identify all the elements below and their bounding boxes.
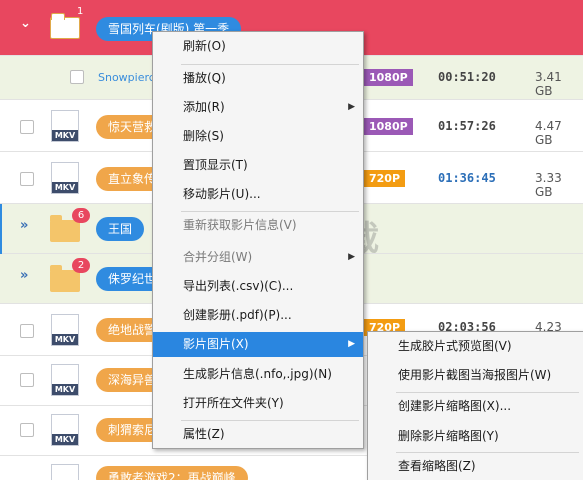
duration: 00:51:20 <box>438 70 496 84</box>
menu-separator <box>181 64 359 65</box>
row-checkbox[interactable] <box>20 373 34 387</box>
submenu-item-view-thumbnail[interactable]: 查看缩略图(Z) <box>368 454 583 479</box>
mkv-file-icon: MKV <box>51 110 79 142</box>
folder-count-badge: 6 <box>72 208 90 223</box>
row-checkbox[interactable] <box>20 423 34 437</box>
menu-item-create-pdf[interactable]: 创建影册(.pdf)(P)... <box>153 303 363 328</box>
expand-chevron-icon[interactable]: » <box>20 218 28 233</box>
row-checkbox[interactable] <box>20 324 34 338</box>
mkv-file-icon: MKV <box>51 364 79 396</box>
mkv-file-icon: MKV <box>51 414 79 446</box>
menu-separator <box>181 211 359 212</box>
collapse-chevron-icon[interactable]: ⌄ <box>20 16 31 31</box>
menu-item-merge-group[interactable]: 合并分组(W) ▶ <box>153 245 363 270</box>
mkv-file-icon: MKV <box>51 162 79 194</box>
submenu-arrow-icon: ▶ <box>348 102 355 112</box>
menu-item-refresh[interactable]: 刷新(O) <box>153 34 363 59</box>
resolution-badge: 1080P <box>364 69 413 86</box>
row-checkbox[interactable] <box>20 172 34 186</box>
folder-icon <box>50 13 80 39</box>
file-size: 4.47 GB <box>535 119 562 147</box>
context-menu: 刷新(O) 播放(Q) 添加(R) ▶ 删除(S) 置顶显示(T) 移动影片(U)… <box>152 31 364 449</box>
duration: 01:36:45 <box>438 171 496 185</box>
submenu-item-create-thumbnail[interactable]: 创建影片缩略图(X)... <box>368 394 583 419</box>
resolution-badge: 1080P <box>364 118 413 135</box>
submenu-item-delete-thumbnail[interactable]: 删除影片缩略图(Y) <box>368 424 583 449</box>
menu-separator <box>396 452 579 453</box>
menu-item-delete[interactable]: 删除(S) <box>153 124 363 149</box>
folder-count-badge: 2 <box>72 258 90 273</box>
folder-icon <box>50 215 80 242</box>
menu-item-label: 合并分组(W) <box>183 250 253 264</box>
menu-item-generate-nfo[interactable]: 生成影片信息(.nfo,.jpg)(N) <box>153 362 363 387</box>
file-size: 3.41 GB <box>535 70 562 98</box>
menu-separator <box>181 420 359 421</box>
menu-item-add[interactable]: 添加(R) ▶ <box>153 95 363 120</box>
file-size: 3.33 GB <box>535 171 562 199</box>
menu-item-properties[interactable]: 属性(Z) <box>153 422 363 447</box>
file-icon <box>51 464 79 480</box>
duration: 01:57:26 <box>438 119 496 133</box>
resolution-badge: 720P <box>364 170 406 187</box>
mkv-file-icon: MKV <box>51 314 79 346</box>
menu-item-label: 影片图片(X) <box>183 337 249 351</box>
folder-icon <box>50 265 80 292</box>
menu-item-label: 添加(R) <box>183 100 225 114</box>
submenu-item-filmstrip-preview[interactable]: 生成胶片式预览图(V) <box>368 334 583 359</box>
row-checkbox[interactable] <box>70 70 84 84</box>
movie-images-submenu: 生成胶片式预览图(V) 使用影片截图当海报图片(W) 创建影片缩略图(X)...… <box>367 331 583 480</box>
menu-item-open-folder[interactable]: 打开所在文件夹(Y) <box>153 391 363 416</box>
group-title[interactable]: 王国 <box>96 217 145 241</box>
menu-item-pin-top[interactable]: 置顶显示(T) <box>153 153 363 178</box>
folder-count: 1 <box>77 6 84 17</box>
menu-item-export-csv[interactable]: 导出列表(.csv)(C)... <box>153 274 363 299</box>
submenu-arrow-icon: ▶ <box>348 339 355 349</box>
menu-item-movie-images[interactable]: 影片图片(X) ▶ <box>153 332 363 357</box>
menu-separator <box>396 392 579 393</box>
menu-item-refetch-info[interactable]: 重新获取影片信息(V) <box>153 213 363 238</box>
row-checkbox[interactable] <box>20 120 34 134</box>
menu-item-play[interactable]: 播放(Q) <box>153 66 363 91</box>
movie-title[interactable]: 勇敢者游戏2：再战巅峰 <box>96 466 248 480</box>
menu-item-move[interactable]: 移动影片(U)... <box>153 182 363 207</box>
submenu-arrow-icon: ▶ <box>348 252 355 262</box>
submenu-item-screenshot-poster[interactable]: 使用影片截图当海报图片(W) <box>368 363 583 388</box>
expand-chevron-icon[interactable]: » <box>20 268 28 283</box>
